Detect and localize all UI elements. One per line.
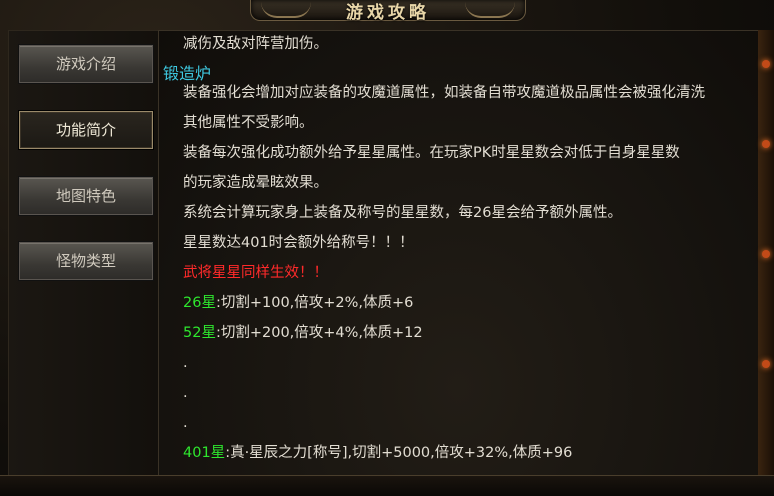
section-title: 锻造炉: [163, 64, 212, 83]
paragraph-line: 装备每次强化成功额外给予星星属性。在玩家PK时星星数会对低于自身星星数: [183, 145, 680, 161]
ember-icon: [762, 140, 770, 148]
intro-line: 减伤及敌对阵营加伤。: [183, 36, 328, 52]
ember-icon: [762, 250, 770, 258]
bottom-border: [0, 475, 774, 496]
star-count: 26星: [183, 295, 216, 311]
content-panel[interactable]: 减伤及敌对阵营加伤。 锻造炉 装备强化会增加对应装备的攻魔道属性，如装备自带攻魔…: [158, 30, 760, 477]
paragraph-line: 的玩家造成晕眩效果。: [183, 175, 328, 191]
ellipsis-dot: .: [183, 355, 188, 371]
title-bar: 游戏攻略: [250, 0, 526, 23]
warning-line: 武将星星同样生效！！: [183, 265, 328, 281]
ember-icon: [762, 360, 770, 368]
reward-text: :切割+200,倍攻+4%,体质+12: [215, 325, 423, 341]
nav-button-features[interactable]: 功能简介: [19, 111, 153, 149]
reward-line-26: 26星:切割+100,倍攻+2%,体质+6: [183, 294, 413, 312]
reward-line-401: 401星:真·星辰之力[称号],切割+5000,倍攻+32%,体质+96: [183, 444, 572, 462]
star-count: 52星: [183, 325, 216, 341]
paragraph-line: 其他属性不受影响。: [183, 115, 314, 131]
ember-icon: [762, 60, 770, 68]
window-title: 游戏攻略: [346, 3, 430, 23]
nav-button-map-features[interactable]: 地图特色: [19, 177, 153, 215]
right-border-decoration: [758, 30, 774, 475]
ellipsis-dot: .: [183, 385, 188, 401]
sidebar: 游戏介绍 功能简介 地图特色 怪物类型: [8, 30, 160, 477]
nav-button-game-intro[interactable]: 游戏介绍: [19, 45, 153, 83]
paragraph-line: 装备强化会增加对应装备的攻魔道属性，如装备自带攻魔道极品属性会被强化清洗: [183, 85, 705, 101]
nav-button-monster-types[interactable]: 怪物类型: [19, 242, 153, 280]
paragraph-line: 星星数达401时会额外给称号！！！: [183, 235, 414, 251]
reward-text: :切割+100,倍攻+2%,体质+6: [215, 295, 414, 311]
star-count: 401星: [183, 445, 226, 461]
reward-text: :真·星辰之力[称号],切割+5000,倍攻+32%,体质+96: [225, 445, 573, 461]
ellipsis-dot: .: [183, 415, 188, 431]
reward-line-52: 52星:切割+200,倍攻+4%,体质+12: [183, 324, 423, 342]
paragraph-line: 系统会计算玩家身上装备及称号的星星数，每26星会给予额外属性。: [183, 205, 622, 221]
